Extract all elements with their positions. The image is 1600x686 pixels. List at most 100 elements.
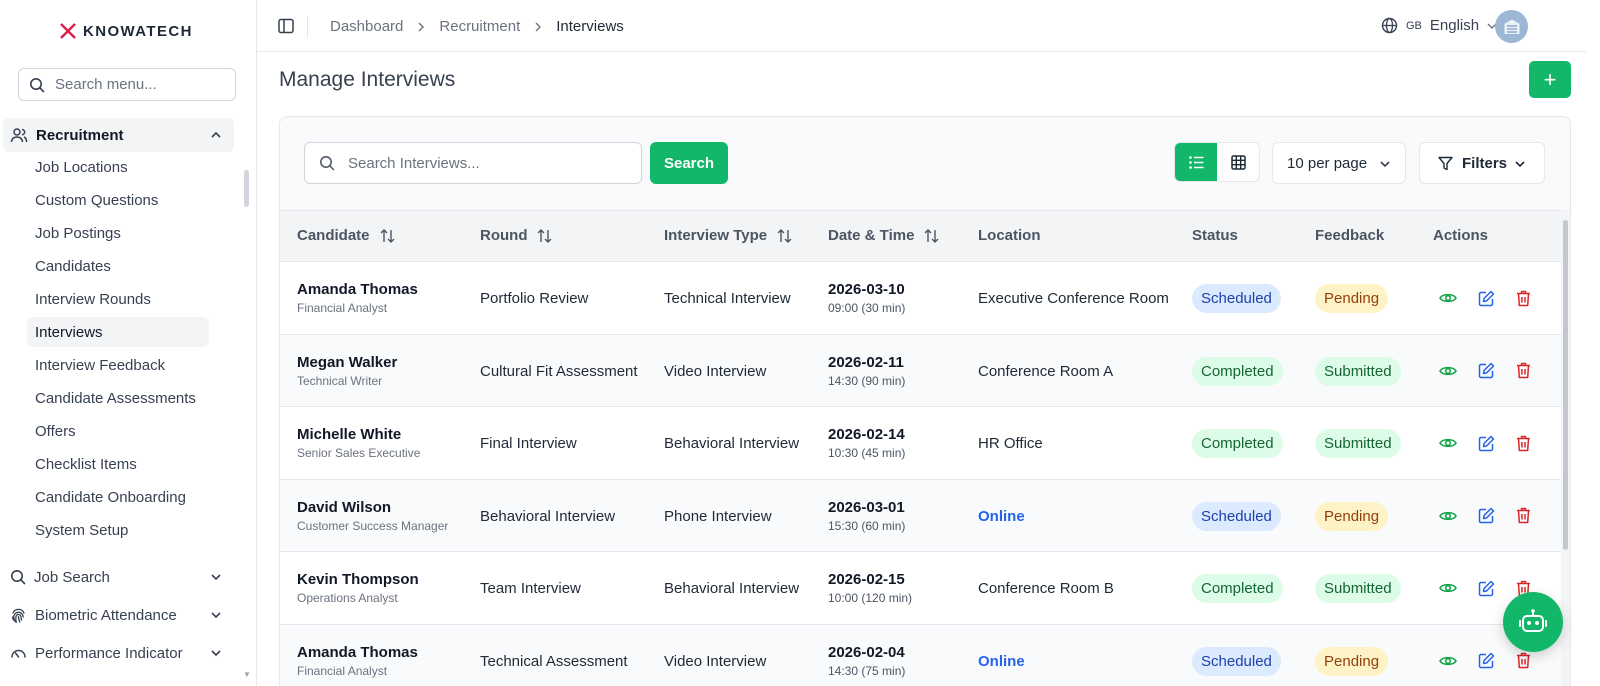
view-button[interactable] (1438, 506, 1458, 526)
edit-button[interactable] (1476, 578, 1496, 598)
table-header: Candidate Round Interview Type Date & Ti… (280, 210, 1561, 262)
sidebar-item-interview-feedback[interactable]: Interview Feedback (27, 350, 209, 380)
view-button[interactable] (1438, 578, 1458, 598)
date-time-cell: 2026-03-10 09:00 (30 min) (828, 281, 905, 315)
trash-icon (1516, 507, 1530, 524)
sidebar-section-job-search[interactable]: Job Search (3, 560, 234, 594)
language-label: English (1429, 17, 1480, 34)
language-country-code: GB (1406, 19, 1422, 32)
edit-icon (1478, 580, 1494, 596)
view-button[interactable] (1438, 433, 1458, 453)
sidebar-item-label: Candidate Onboarding (35, 488, 186, 506)
location-cell[interactable]: Online (978, 508, 1025, 525)
eye-icon (1439, 366, 1457, 375)
edit-button[interactable] (1476, 433, 1496, 453)
breadcrumb-dashboard[interactable]: Dashboard (330, 18, 403, 35)
sort-icon (924, 228, 939, 243)
location-cell: Conference Room B (978, 580, 1114, 597)
table-scrollbar-thumb[interactable] (1563, 220, 1568, 550)
sidebar-item-system-setup[interactable]: System Setup (27, 515, 209, 545)
interview-date: 2026-02-14 (828, 426, 905, 443)
filters-button[interactable]: Filters (1419, 142, 1545, 184)
edit-button[interactable] (1476, 288, 1496, 308)
candidate-name: Amanda Thomas (297, 281, 418, 298)
status-badge: Completed (1192, 356, 1283, 386)
add-interview-button[interactable]: + (1529, 61, 1571, 98)
per-page-select[interactable]: 10 per page (1272, 142, 1406, 184)
sidebar-scrollbar-thumb[interactable] (244, 170, 249, 207)
table-scrollbar[interactable] (1561, 210, 1570, 686)
location-cell[interactable]: Online (978, 653, 1025, 670)
interview-type-cell: Behavioral Interview (664, 580, 800, 597)
interview-search-input[interactable] (348, 154, 628, 172)
breadcrumb-recruitment[interactable]: Recruitment (439, 18, 520, 35)
delete-button[interactable] (1513, 651, 1533, 671)
sidebar-section-biometric-attendance[interactable]: Biometric Attendance (3, 598, 234, 632)
sidebar-item-interview-rounds[interactable]: Interview Rounds (27, 284, 209, 314)
view-button[interactable] (1438, 361, 1458, 381)
chatbot-button[interactable] (1503, 592, 1563, 652)
list-view-button[interactable] (1175, 143, 1217, 181)
sidebar-item-custom-questions[interactable]: Custom Questions (27, 185, 209, 215)
sidebar-toggle-button[interactable] (278, 18, 294, 34)
delete-button[interactable] (1513, 361, 1533, 381)
delete-button[interactable] (1513, 433, 1533, 453)
edit-button[interactable] (1476, 361, 1496, 381)
column-header-round[interactable]: Round (480, 227, 552, 244)
sidebar-item-candidates[interactable]: Candidates (27, 251, 209, 281)
interview-time: 14:30 (90 min) (828, 373, 906, 388)
edit-icon (1478, 507, 1494, 524)
candidate-cell: Kevin Thompson Operations Analyst (297, 571, 419, 605)
language-selector[interactable]: GB English (1381, 17, 1497, 34)
feedback-badge: Submitted (1315, 356, 1401, 386)
sidebar-item-candidate-onboarding[interactable]: Candidate Onboarding (27, 482, 209, 512)
trash-icon (1516, 435, 1530, 451)
menu-search[interactable] (18, 68, 236, 101)
sidebar-item-offers[interactable]: Offers (27, 416, 209, 446)
delete-button[interactable] (1513, 506, 1533, 526)
view-button[interactable] (1438, 288, 1458, 308)
column-header-feedback: Feedback (1315, 227, 1384, 244)
interview-time: 15:30 (60 min) (828, 518, 906, 533)
brand-logo[interactable]: KNOWATECH (59, 22, 193, 40)
chevron-up-icon (211, 131, 221, 138)
sidebar-section-recruitment[interactable]: Recruitment (3, 118, 234, 152)
interview-time: 14:30 (75 min) (828, 663, 906, 678)
table-row: Kevin Thompson Operations Analyst Team Int… (280, 552, 1561, 625)
date-time-cell: 2026-02-14 10:30 (45 min) (828, 426, 905, 460)
date-time-cell: 2026-03-01 15:30 (60 min) (828, 499, 905, 533)
candidate-cell: Amanda Thomas Financial Analyst (297, 644, 418, 678)
feedback-badge: Pending (1315, 501, 1389, 531)
user-avatar[interactable] (1495, 10, 1528, 43)
column-header-date-time[interactable]: Date & Time (828, 227, 939, 244)
search-icon (11, 570, 26, 585)
eye-icon (1439, 583, 1457, 593)
candidate-role: Customer Success Manager (297, 518, 449, 533)
edit-button[interactable] (1476, 506, 1496, 526)
view-button[interactable] (1438, 651, 1458, 671)
sort-icon (537, 228, 552, 243)
gauge-icon (11, 649, 26, 658)
status-badge: Completed (1192, 429, 1283, 458)
page-scrollbar[interactable] (1586, 0, 1600, 686)
edit-icon (1478, 652, 1494, 669)
sidebar-scroll-down-icon[interactable]: ▼ (243, 670, 251, 679)
search-button[interactable]: Search (650, 142, 728, 184)
sidebar-item-interviews[interactable]: Interviews (27, 317, 209, 347)
sort-icon (380, 228, 395, 243)
sidebar-item-candidate-assessments[interactable]: Candidate Assessments (27, 383, 209, 413)
brand-mark-icon (60, 23, 76, 39)
interview-search[interactable] (304, 142, 642, 184)
sidebar-item-job-postings[interactable]: Job Postings (27, 218, 209, 248)
grid-view-button[interactable] (1217, 143, 1259, 181)
delete-button[interactable] (1513, 288, 1533, 308)
column-header-candidate[interactable]: Candidate (297, 227, 395, 244)
column-label: Interview Type (664, 227, 768, 244)
column-header-interview-type[interactable]: Interview Type (664, 227, 792, 244)
edit-button[interactable] (1476, 651, 1496, 671)
sidebar-section-performance-indicator[interactable]: Performance Indicator (3, 636, 234, 670)
sidebar-item-label: Interview Feedback (35, 356, 166, 374)
sidebar-item-checklist-items[interactable]: Checklist Items (27, 449, 209, 479)
sidebar-item-job-locations[interactable]: Job Locations (27, 152, 209, 182)
menu-search-input[interactable] (55, 76, 225, 93)
